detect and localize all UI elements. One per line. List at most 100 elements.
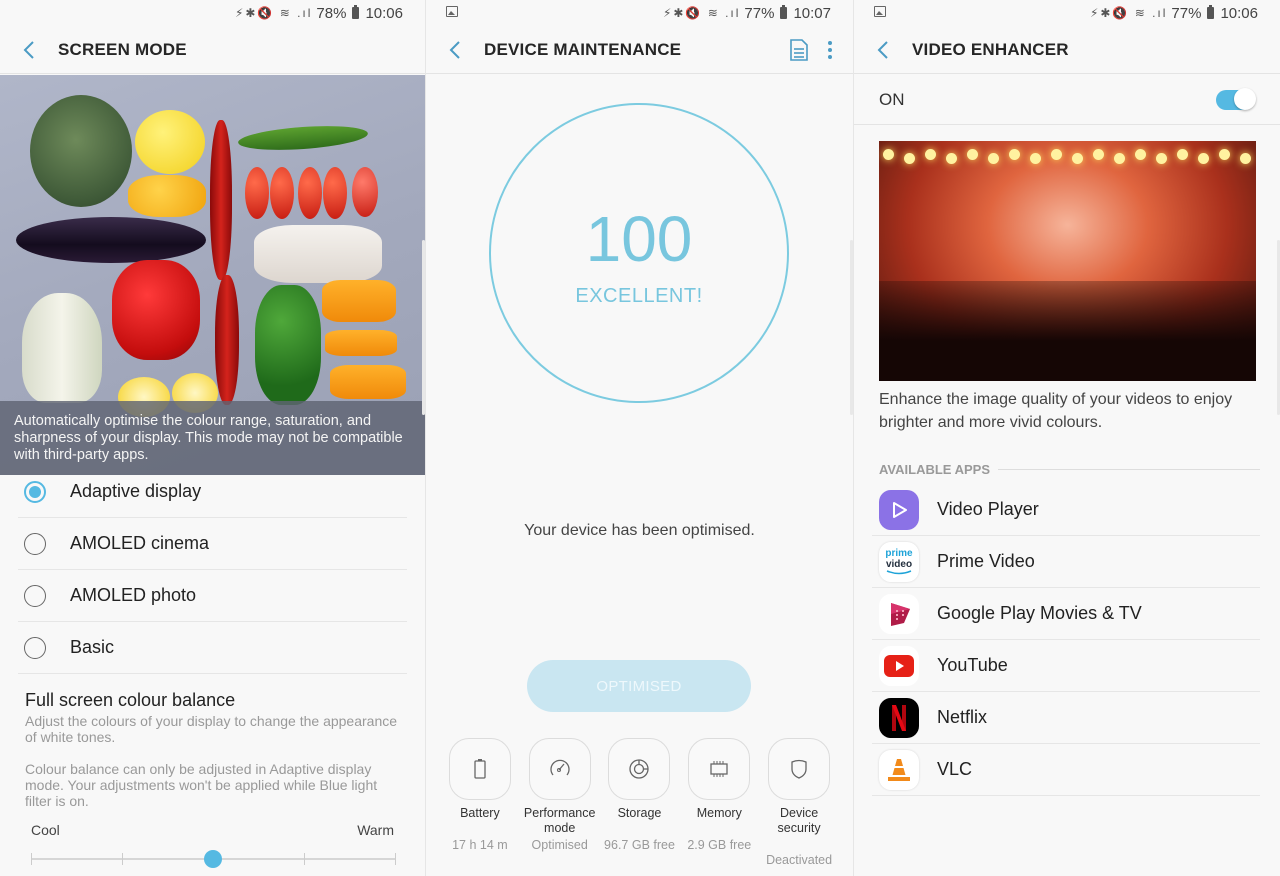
tile-value: Deactivated — [766, 853, 833, 867]
tile-battery[interactable]: Battery 17 h 14 m — [440, 738, 520, 867]
optimise-button[interactable]: OPTIMISED — [527, 660, 751, 712]
radio-icon[interactable] — [24, 584, 46, 607]
stage-light — [1093, 149, 1104, 160]
status-bar: ⚡✱🔇 ≋ .ıl 77% 10:07 — [426, 0, 853, 26]
video-enhancer-toggle[interactable] — [1216, 87, 1256, 110]
battery-percent: 78% — [316, 4, 347, 22]
stage-light — [883, 149, 894, 160]
tile-memory[interactable]: Memory 2.9 GB free — [679, 738, 759, 867]
status-bar: ⚡✱🔇 ≋ .ıl 77% 10:06 — [854, 0, 1280, 26]
radio-icon[interactable] — [24, 532, 46, 555]
video-enhancer-screen: ⚡✱🔇 ≋ .ıl 77% 10:06 VIDEO ENHANCER ON En… — [854, 0, 1280, 876]
chili — [210, 120, 232, 280]
option-basic[interactable]: Basic — [18, 622, 407, 674]
tile-value: 2.9 GB free — [687, 838, 752, 852]
app-label: Video Player — [937, 499, 1039, 519]
stage-light — [925, 149, 936, 160]
tile-device-security[interactable]: Device security Deactivated — [759, 738, 839, 867]
slider-thumb[interactable] — [204, 850, 222, 868]
tile-value: Optimised — [531, 838, 588, 852]
app-item-video-player[interactable]: Video Player — [872, 484, 1260, 536]
back-arrow-icon — [23, 40, 34, 59]
tile-performance-mode[interactable]: Performance mode Optimised — [520, 738, 600, 867]
slider-tick — [304, 853, 305, 865]
screen-mode-screen: ⚡✱🔇 ≋ .ıl 78% 10:06 SCREEN MODE Automati… — [0, 0, 426, 876]
device-maintenance-screen: ⚡✱🔇 ≋ .ıl 77% 10:07 DEVICE MAINTENANCE 1… — [426, 0, 854, 876]
edge-panel-handle[interactable] — [422, 240, 425, 415]
slider-max-label: Warm — [357, 822, 394, 838]
section-title: AVAILABLE APPS — [879, 462, 990, 477]
tomato — [270, 167, 294, 219]
status-icons: ⚡✱🔇 ≋ .ıl — [234, 6, 313, 20]
tile-value: 17 h 14 m — [452, 838, 508, 852]
battery-icon — [780, 5, 788, 19]
app-label: VLC — [937, 759, 973, 779]
tile-label: Device security — [777, 806, 821, 835]
stage-light — [967, 149, 978, 160]
preview-image: Automatically optimise the colour range,… — [0, 75, 425, 475]
battery-icon — [474, 759, 486, 779]
back-arrow-icon — [877, 40, 888, 59]
colour-balance-slider[interactable] — [31, 850, 396, 868]
option-label: AMOLED photo — [70, 585, 197, 605]
stage-light — [1156, 153, 1167, 164]
stage-light — [1198, 153, 1209, 164]
shield-icon — [791, 759, 807, 779]
yellow-pepper — [128, 175, 206, 217]
stage-light — [946, 153, 957, 164]
tile-storage[interactable]: Storage 96.7 GB free — [600, 738, 680, 867]
memory-chip-icon — [710, 761, 728, 777]
back-button[interactable] — [0, 26, 58, 74]
app-item-netflix[interactable]: Netflix — [872, 692, 1260, 744]
mushroom — [254, 225, 382, 283]
slider-min-label: Cool — [31, 822, 60, 838]
app-item-prime-video[interactable]: prime video Prime Video — [872, 536, 1260, 588]
option-amoled-photo[interactable]: AMOLED photo — [18, 570, 407, 622]
app-list: Video Player prime video Prime Video Goo… — [872, 484, 1260, 796]
squash-slice — [322, 280, 396, 322]
app-item-vlc[interactable]: VLC — [872, 744, 1260, 796]
storage-icon — [629, 759, 650, 779]
option-label: AMOLED cinema — [70, 533, 210, 553]
squash-slice — [330, 365, 406, 399]
option-label: Adaptive display — [70, 481, 202, 501]
radio-icon[interactable] — [24, 636, 46, 659]
edge-panel-handle[interactable] — [850, 240, 853, 415]
tile-value: 96.7 GB free — [604, 838, 675, 852]
switch-label: ON — [879, 89, 905, 109]
option-amoled-cinema[interactable]: AMOLED cinema — [18, 518, 407, 570]
crowd-silhouette — [879, 281, 1256, 381]
app-item-youtube[interactable]: YouTube — [872, 640, 1260, 692]
tile-label: Memory — [696, 806, 742, 820]
back-button[interactable] — [854, 26, 912, 74]
colour-balance-title: Full screen colour balance — [25, 690, 236, 710]
section-divider — [998, 469, 1260, 470]
tomato — [245, 167, 269, 219]
more-options-icon[interactable] — [827, 40, 833, 60]
master-switch-row[interactable]: ON — [854, 75, 1280, 125]
video-player-icon — [879, 489, 919, 530]
screen-mode-options: Adaptive display AMOLED cinema AMOLED ph… — [18, 466, 407, 674]
tomato — [352, 167, 378, 217]
tomato — [323, 167, 347, 219]
status-icons: ⚡✱🔇 ≋ .ıl — [662, 6, 741, 20]
pumpkin — [30, 95, 132, 207]
youtube-icon — [879, 645, 919, 686]
app-item-google-play-movies[interactable]: Google Play Movies & TV — [872, 588, 1260, 640]
stage-light — [1072, 153, 1083, 164]
battery-percent: 77% — [744, 4, 775, 22]
app-label: Prime Video — [937, 551, 1035, 571]
radio-selected-icon[interactable] — [24, 480, 46, 503]
prime-video-icon: prime video — [879, 541, 919, 582]
app-label: YouTube — [937, 655, 1008, 675]
report-icon[interactable] — [789, 38, 809, 61]
slider-labels: Cool Warm — [31, 822, 394, 838]
slider-tick — [31, 853, 32, 865]
device-score: 100 — [585, 202, 693, 275]
stage-light — [1135, 149, 1146, 160]
back-button[interactable] — [426, 26, 484, 74]
speedometer-icon — [550, 759, 570, 776]
tile-label: Performance mode — [523, 806, 596, 835]
option-adaptive-display[interactable]: Adaptive display — [18, 466, 407, 518]
battery-percent: 77% — [1171, 4, 1202, 22]
